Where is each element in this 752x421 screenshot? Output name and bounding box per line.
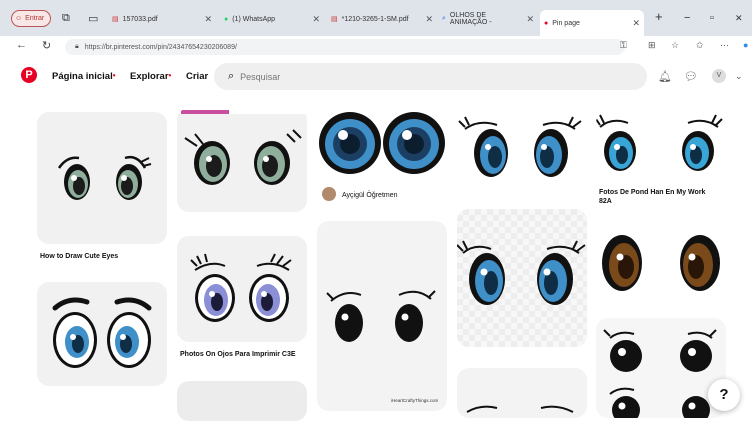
green-eyes-image [57,155,152,200]
read-aloud-icon[interactable]: ⊞ [648,40,656,51]
nav-create[interactable]: Criar [186,71,208,82]
pin-card-checker-eyes[interactable] [457,209,587,347]
whatsapp-icon: ● [224,15,229,23]
site-banner [181,110,229,114]
pinterest-header: P Página inicial• Explorar• Criar ⌕ Pesq… [0,58,752,98]
close-window-button[interactable]: ✕ [735,13,743,24]
profile-icon: ☺ [15,15,23,22]
pdf-icon: ▤ [331,16,338,23]
search-placeholder: Pesquisar [240,71,281,82]
partial-eyes-image [466,405,574,413]
pin-card-cyan-eyes[interactable] [596,111,726,179]
black-eyes-image [603,329,717,418]
sparkle-eyes-image: iHeartCraftyThings.com [326,290,439,403]
pin-card-partial[interactable] [457,368,587,418]
tab-title: OLHOS DE ANIMAÇÃO - [449,12,492,26]
tab-sm-pdf[interactable]: ▤ *1210-3265-1-SM.pdf ✕ [327,8,437,30]
tab-olhos-search[interactable]: ⌕ OLHOS DE ANIMAÇÃO - ✕ [438,8,538,30]
pin-caption[interactable]: Photos On Ojos Para Imprimir C3E [180,350,310,359]
nav-home-label: Página inicial [52,71,113,82]
pin-card-blue-eyes[interactable] [37,282,167,386]
refresh-icon[interactable]: ↻ [42,39,51,52]
nav-home[interactable]: Página inicial• [52,71,116,82]
pinterest-icon: ● [544,19,549,27]
search-icon: ⌕ [442,15,446,22]
brown-eyes-image [602,235,720,291]
address-bar-row: ← ↻ 🔒︎ https://br.pinterest.com/pin/2434… [0,36,752,59]
url-text: https://br.pinterest.com/pin/24347654230… [84,43,237,51]
favorite-star-icon[interactable]: ☆ [671,40,679,51]
close-tab-icon[interactable]: ✕ [425,14,433,25]
pin-caption[interactable]: How to Draw Cute Eyes [40,252,170,261]
key-icon[interactable]: ⚿ [620,40,627,51]
new-tab-button[interactable]: + [655,9,663,24]
close-tab-icon[interactable]: ✕ [632,18,640,29]
edge-copilot-icon[interactable]: ● [743,40,748,50]
chevron-down-icon[interactable]: ⌄ [735,71,743,82]
green-eyes-image-2 [177,108,307,185]
close-tab-icon[interactable]: ✕ [204,14,212,25]
right-eye [116,155,152,200]
nav-explore-label: Explorar [130,71,169,82]
pin-card-green-eyes[interactable] [37,112,167,244]
pin-card-brown-eyes[interactable] [596,227,726,295]
url-field[interactable]: 🔒︎ https://br.pinterest.com/pin/24347654… [65,39,625,55]
tab-title: (1) WhatsApp [232,15,276,23]
notifications-bell-icon[interactable]: 🔔︎ [658,70,672,83]
pin-card-partial[interactable] [177,381,307,421]
close-tab-icon[interactable]: ✕ [526,14,534,25]
workspaces-icon[interactable]: ⧉ [62,12,70,25]
search-icon: ⌕ [228,70,235,82]
pin-caption[interactable]: Fotos De Pond Han En My Work 82A [599,188,719,206]
tab-157033-pdf[interactable]: ▤ 157033.pdf ✕ [108,8,216,30]
pin-author[interactable]: Ayçigül Öğretmen [342,191,398,200]
back-icon[interactable]: ← [16,39,27,51]
cyan-eyes-image [596,114,723,171]
tab-title: Pin page [552,19,580,27]
lock-icon: 🔒︎ [75,43,79,50]
pin-card-big-blue-eyes[interactable] [317,111,447,175]
avatar[interactable] [322,187,336,201]
favorites-icon[interactable]: ✩ [696,40,704,51]
restore-button[interactable]: ▫ [710,12,714,24]
profile-label: Entrar [25,15,45,22]
purple-eyes-image [190,253,292,322]
blue-eyes-image [52,297,152,368]
pdf-icon: ▤ [112,16,119,23]
big-blue-eyes-image [319,112,445,174]
pin-card-lashed-blue-eyes[interactable] [457,111,587,185]
tab-pin-page[interactable]: ● Pin page ✕ [540,10,644,36]
browser-tab-strip: ☺ Entrar ⧉ ▭ ▤ 157033.pdf ✕ ● (1) WhatsA… [0,0,752,36]
pinterest-logo-icon[interactable]: P [21,67,37,83]
search-bar[interactable]: ⌕ Pesquisar [214,63,647,90]
tab-title: 157033.pdf [122,15,158,23]
more-options-icon[interactable]: ⋯ [720,40,729,51]
close-tab-icon[interactable]: ✕ [312,14,320,25]
lashed-blue-eyes-image [458,116,582,177]
avatar[interactable]: V [712,69,726,83]
tab-title: *1210-3265-1-SM.pdf [341,15,409,23]
nav-explore[interactable]: Explorar• [130,71,171,82]
tab-whatsapp[interactable]: ● (1) WhatsApp ✕ [220,8,324,30]
messages-icon[interactable]: 💬︎ [684,70,698,83]
watermark-text: iHeartCraftyThings.com [391,398,439,403]
pin-card-black-eyes[interactable] [596,318,726,418]
profile-button[interactable]: ☺ Entrar [11,10,51,27]
tab-actions-icon[interactable]: ▭ [88,12,98,25]
pin-card-purple-eyes[interactable] [177,236,307,342]
help-button[interactable]: ? [708,379,740,411]
minimize-button[interactable]: − [684,12,690,24]
left-eye [57,156,90,200]
pin-card-green-eyes-2[interactable] [177,108,307,212]
pin-card-sparkle-eyes[interactable]: iHeartCraftyThings.com [317,221,447,411]
checker-eyes-image [457,209,587,347]
